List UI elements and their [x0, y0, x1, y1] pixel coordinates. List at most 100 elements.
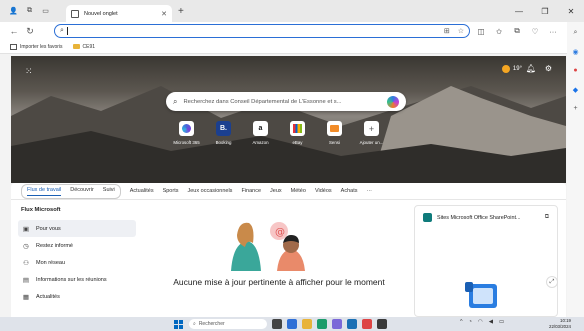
taskbar-search-input[interactable]: ⌕ Rechercher — [189, 319, 267, 329]
favorites-icon[interactable]: ✩ — [494, 27, 504, 36]
sharepoint-card-title: Sites Microsoft Office SharePoint... — [437, 214, 521, 221]
favorites-bar: Importer les favoris CE91 — [0, 40, 584, 54]
profile-icon[interactable]: 👤 — [9, 7, 18, 16]
weather-widget[interactable]: 19° — [501, 65, 522, 73]
search-icon: ⌕ — [60, 27, 64, 34]
browser-essentials-icon[interactable]: ♡ — [530, 27, 540, 36]
favorite-folder-ce91[interactable]: CE91 — [72, 44, 95, 50]
quick-link-amazon[interactable]: a Amazon — [245, 121, 276, 145]
hero-search-input[interactable]: ⌕ Recherchez dans Conseil Départemental … — [166, 92, 406, 111]
bell-icon[interactable]: 🔔︎ — [526, 64, 536, 73]
tab-jeux[interactable]: Jeux — [270, 188, 282, 194]
sidebar-add-icon[interactable]: + — [571, 104, 580, 113]
tab-actualites[interactable]: Actualités — [130, 188, 154, 194]
empty-state: @ Aucune mise à jour pertinente à affich… — [151, 205, 401, 317]
app-red-icon[interactable] — [362, 319, 372, 329]
tab-jeux-occasionnels[interactable]: Jeux occasionnels — [187, 188, 232, 194]
sidebar-app-icon[interactable]: ● — [571, 66, 580, 75]
quick-link-label: eBay — [292, 140, 303, 145]
favorite-star-icon[interactable]: ☆ — [458, 27, 464, 35]
sidebar-copilot-icon[interactable]: ◉ — [571, 47, 580, 56]
new-tab-button[interactable]: + — [178, 7, 184, 17]
nav-item-restez-informe[interactable]: ◷ Restez informé — [18, 237, 136, 254]
tab-actions-icon[interactable]: ▭ — [41, 7, 50, 16]
tab-suivi[interactable]: Suivi — [103, 187, 115, 196]
sharepoint-card[interactable]: Sites Microsoft Office SharePoint... ⧉ — [414, 205, 558, 317]
tab-new-tab[interactable]: Nouvel onglet ✕ — [66, 5, 172, 22]
restore-button[interactable]: ❐ — [532, 0, 558, 22]
file-explorer-icon[interactable] — [302, 319, 312, 329]
ebay-icon — [290, 121, 305, 136]
copilot-icon[interactable] — [387, 95, 399, 108]
volume-icon[interactable]: ◀ — [489, 319, 493, 325]
expand-icon[interactable]: ⤢ — [546, 276, 558, 288]
sidebar-search-icon[interactable]: ⌕ — [571, 28, 580, 37]
tab-more[interactable]: ··· — [366, 188, 372, 194]
quick-link-label: Amazon — [252, 140, 269, 145]
sidebar-outlook-icon[interactable]: ◆ — [571, 85, 580, 94]
quick-link-booking[interactable]: B. Booking — [208, 121, 239, 145]
wifi-icon[interactable]: ◠ — [478, 319, 483, 325]
nav-item-label: Restez informé — [36, 242, 73, 249]
more-menu-icon[interactable]: ··· — [548, 27, 558, 36]
nav-item-actualites[interactable]: ▦ Actualités — [18, 288, 136, 305]
nav-item-pour-vous[interactable]: ▣ Pour vous — [18, 220, 136, 237]
split-screen-icon[interactable]: ◫ — [476, 27, 486, 36]
title-bar: 👤 ⧉ ▭ Nouvel onglet ✕ + — ❐ ✕ — [0, 0, 584, 22]
battery-icon[interactable]: ▭ — [499, 319, 504, 325]
tab-decouvrir[interactable]: Découvrir — [70, 187, 94, 196]
app-available-icon[interactable]: ⊞ — [444, 27, 450, 35]
search-icon: ⌕ — [173, 96, 178, 106]
refresh-button[interactable]: ↻ — [22, 23, 38, 39]
collections-icon[interactable]: ⧉ — [512, 26, 522, 36]
sharepoint-card-header: Sites Microsoft Office SharePoint... ⧉ — [415, 206, 557, 229]
task-view-icon[interactable] — [272, 319, 282, 329]
close-tab-icon[interactable]: ✕ — [161, 10, 167, 18]
new-tab-favicon — [71, 9, 79, 18]
network-icon[interactable]: ◔ — [469, 319, 472, 325]
feed-tabs: Flux de travail Découvrir Suivi Actualit… — [11, 183, 566, 200]
quick-link-ebay[interactable]: eBay — [282, 121, 313, 145]
toolbar: ← ↻ ⌕ ⊞ ☆ ◫ ✩ ⧉ ♡ ··· ◉ — [0, 22, 584, 40]
address-bar[interactable]: ⌕ ⊞ ☆ — [54, 24, 470, 38]
text-caret — [66, 27, 68, 35]
sharepoint-icon — [423, 213, 432, 222]
edge-icon[interactable] — [317, 319, 327, 329]
teams-icon[interactable] — [332, 319, 342, 329]
left-nav-heading: Flux Microsoft — [21, 207, 61, 213]
nav-item-label: Actualités — [36, 293, 60, 300]
quick-link-sensi[interactable]: Sensi — [319, 121, 350, 145]
tab-flux-de-travail[interactable]: Flux de travail — [27, 187, 62, 196]
temperature: 19° — [512, 66, 522, 72]
back-button[interactable]: ← — [6, 23, 22, 39]
tab-finance[interactable]: Finance — [241, 188, 261, 194]
workspaces-icon[interactable]: ⧉ — [25, 7, 34, 16]
clock[interactable]: 10:19 22/03/2024 — [537, 318, 571, 330]
chevron-up-icon[interactable]: ^ — [460, 319, 463, 325]
quick-link-add[interactable]: + Ajouter un... — [356, 121, 387, 145]
search-icon: ⌕ — [193, 321, 196, 327]
close-window-button[interactable]: ✕ — [558, 0, 584, 22]
nav-item-reunions[interactable]: ▤ Informations sur les réunions — [18, 271, 136, 288]
app-dark-icon[interactable] — [377, 319, 387, 329]
favorite-import[interactable]: Importer les favoris — [10, 43, 63, 50]
search-placeholder: Recherchez dans Conseil Départemental de… — [183, 98, 342, 105]
mail-icon[interactable] — [287, 319, 297, 329]
favorite-label: Importer les favoris — [20, 43, 63, 50]
tab-achats[interactable]: Achats — [341, 188, 358, 194]
tab-meteo[interactable]: Météo — [291, 188, 306, 194]
tab-videos[interactable]: Vidéos — [315, 188, 332, 194]
apps-grid-icon[interactable]: ⁙ — [25, 66, 33, 77]
external-link-icon[interactable]: ⧉ — [545, 214, 549, 221]
minimize-button[interactable]: — — [506, 0, 532, 22]
word-icon[interactable] — [347, 319, 357, 329]
quick-link-label: Microsoft 365 — [173, 140, 200, 145]
quick-link-microsoft-365[interactable]: Microsoft 365 — [171, 121, 202, 145]
news-icon: ▦ — [22, 293, 30, 301]
gear-icon[interactable]: ⚙ — [545, 64, 552, 73]
for-you-icon: ▣ — [22, 225, 30, 233]
microsoft-365-icon — [179, 121, 194, 136]
tab-sports[interactable]: Sports — [163, 188, 179, 194]
nav-item-mon-reseau[interactable]: ⚇ Mon réseau — [18, 254, 136, 271]
start-button[interactable] — [174, 320, 183, 329]
